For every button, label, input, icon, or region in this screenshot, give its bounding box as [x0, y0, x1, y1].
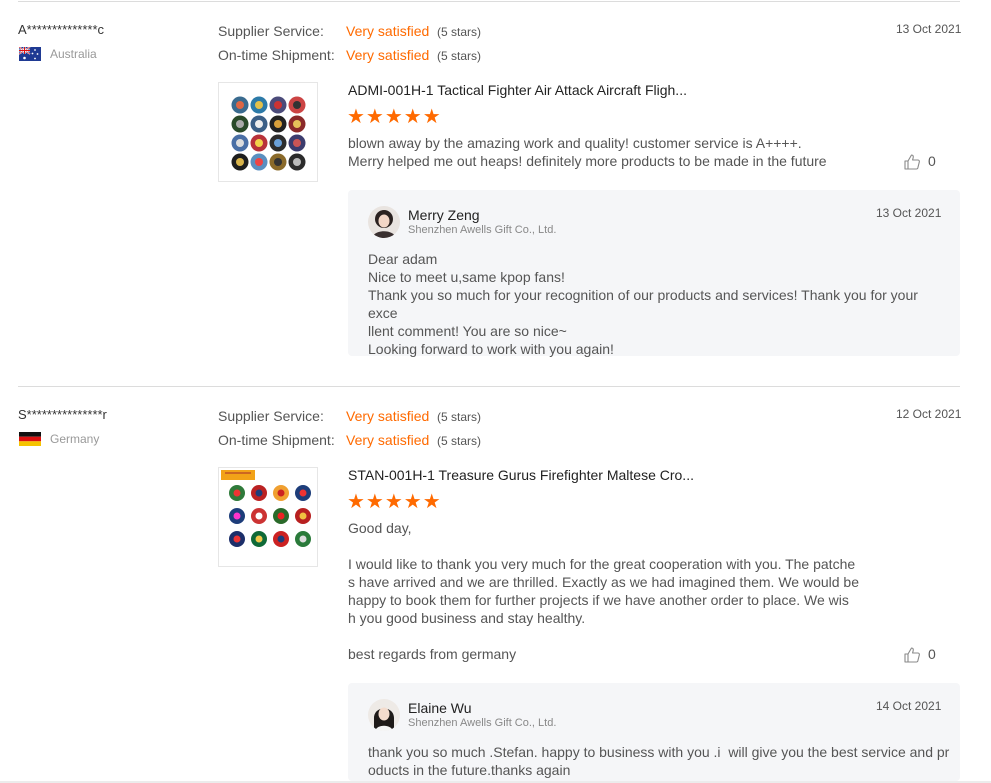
thumbs-up-icon[interactable] — [903, 646, 921, 664]
reply-text: thank you so much .Stefan. happy to busi… — [368, 744, 950, 778]
product-title-link[interactable]: STAN-001H-1 Treasure Gurus Firefighter M… — [348, 467, 694, 483]
supplier-service-rating: Very satisfied — [346, 408, 430, 424]
shipment-rating: Very satisfied — [346, 47, 430, 63]
supplier-service-stars: (5 stars) — [437, 410, 482, 424]
review-stars: ★★★★★ — [347, 491, 442, 513]
review-text: Good day, I would like to thank you very… — [348, 520, 860, 662]
supplier-service-label: Supplier Service: — [218, 408, 324, 424]
product-title-link[interactable]: ADMI-001H-1 Tactical Fighter Air Attack … — [348, 82, 687, 98]
review-date: 12 Oct 2021 — [896, 407, 962, 421]
review-date: 13 Oct 2021 — [896, 22, 962, 36]
reviewer-country: Australia — [50, 47, 97, 61]
supplier-service-rating: Very satisfied — [346, 23, 430, 39]
reply-company: Shenzhen Awells Gift Co., Ltd. — [408, 717, 557, 729]
avatar — [368, 699, 400, 731]
divider — [18, 386, 960, 387]
reviewer-name: A**************c — [18, 22, 104, 37]
product-thumbnail[interactable] — [218, 467, 318, 567]
product-thumbnail[interactable] — [218, 82, 318, 182]
avatar — [368, 206, 400, 238]
supplier-reply: Merry Zeng Shenzhen Awells Gift Co., Ltd… — [348, 190, 960, 357]
product-image — [221, 470, 311, 547]
reply-name: Merry Zeng — [408, 207, 480, 223]
like-count: 0 — [928, 153, 936, 169]
reviewer-country: Germany — [50, 432, 100, 446]
reply-company: Shenzhen Awells Gift Co., Ltd. — [408, 224, 557, 236]
shipment-stars: (5 stars) — [437, 49, 482, 63]
reply-date: 13 Oct 2021 — [876, 206, 942, 220]
thumbs-up-icon[interactable] — [903, 153, 921, 171]
reply-name: Elaine Wu — [408, 700, 472, 716]
review-stars: ★★★★★ — [347, 106, 442, 128]
shipment-label: On-time Shipment: — [218, 432, 335, 448]
product-image — [231, 96, 306, 171]
germany-flag-icon — [19, 432, 41, 446]
supplier-service-label: Supplier Service: — [218, 23, 324, 39]
reply-text: Dear adam Nice to meet u,same kpop fans!… — [368, 251, 918, 357]
shipment-label: On-time Shipment: — [218, 47, 335, 63]
review-text: blown away by the amazing work and quali… — [348, 135, 827, 169]
supplier-reply: Elaine Wu Shenzhen Awells Gift Co., Ltd.… — [348, 683, 960, 781]
reviewer-name: S***************r — [18, 407, 107, 422]
like-count: 0 — [928, 646, 936, 662]
shipment-stars: (5 stars) — [437, 434, 482, 448]
supplier-service-stars: (5 stars) — [437, 25, 482, 39]
divider — [18, 1, 960, 2]
reply-date: 14 Oct 2021 — [876, 699, 942, 713]
shipment-rating: Very satisfied — [346, 432, 430, 448]
australia-flag-icon — [19, 47, 41, 61]
